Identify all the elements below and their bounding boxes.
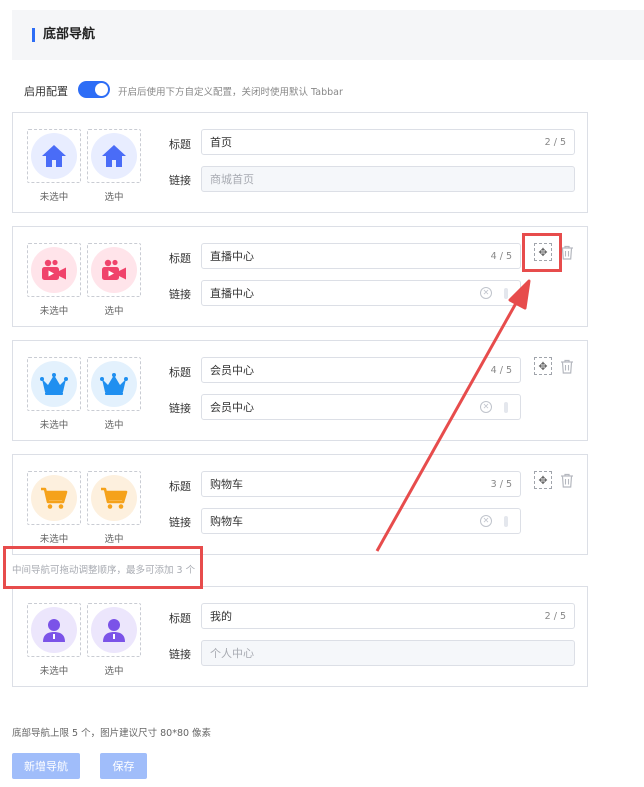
link-input[interactable]: 会员中心 ✕ bbox=[201, 394, 521, 420]
config-label: 启用配置 bbox=[24, 85, 68, 98]
nav-item-card: 未选中 选中 标题 链接 直播中心 4 / 5 直播中心 ✕ ✥ bbox=[12, 226, 588, 327]
annotation-box-hint bbox=[3, 546, 203, 589]
save-button[interactable]: 保存 bbox=[100, 753, 147, 779]
selected-icon-upload[interactable] bbox=[87, 129, 141, 183]
nav-item-card: 未选中 选中 标题链接 我的 2 / 5 个人中心 bbox=[12, 586, 588, 687]
unselected-icon-upload[interactable] bbox=[27, 603, 81, 657]
user-icon bbox=[91, 607, 137, 653]
clear-icon[interactable]: ✕ bbox=[480, 401, 492, 413]
nav-item-card: 未选中 选中 标题链接 购物车 3 / 5 购物车 ✕ ✥ bbox=[12, 454, 588, 555]
config-switch[interactable] bbox=[78, 81, 110, 98]
link-input[interactable]: 直播中心 ✕ bbox=[201, 280, 521, 306]
move-handle-icon[interactable]: ✥ bbox=[534, 357, 552, 375]
link-picker-icon[interactable] bbox=[504, 516, 508, 527]
unselected-icon-upload[interactable] bbox=[27, 471, 81, 525]
crown-icon bbox=[91, 361, 137, 407]
title-value: 会员中心 bbox=[210, 364, 254, 377]
link-label: 链接 bbox=[169, 174, 191, 187]
trash-icon[interactable] bbox=[560, 245, 574, 260]
video-camera-icon bbox=[91, 247, 137, 293]
link-label: 链接 bbox=[169, 648, 191, 661]
crown-icon bbox=[31, 361, 77, 407]
unselected-icon-upload[interactable] bbox=[27, 243, 81, 297]
char-counter: 4 / 5 bbox=[490, 251, 512, 262]
nav-item-card: 未选中 选中 标题链接 首页 2 / 5 商城首页 bbox=[12, 112, 588, 213]
trash-icon[interactable] bbox=[560, 473, 574, 488]
title-value: 首页 bbox=[210, 136, 232, 149]
selected-icon-upload[interactable] bbox=[87, 357, 141, 411]
link-input[interactable]: 购物车 ✕ bbox=[201, 508, 521, 534]
home-icon bbox=[31, 133, 77, 179]
unselected-caption: 未选中 bbox=[39, 666, 69, 677]
title-label: 标题 bbox=[169, 138, 191, 151]
annotation-box-move bbox=[522, 233, 562, 272]
title-input[interactable]: 直播中心 4 / 5 bbox=[201, 243, 521, 269]
title-label: 标题 bbox=[169, 252, 191, 265]
home-icon bbox=[91, 133, 137, 179]
cart-icon bbox=[91, 475, 137, 521]
selected-caption: 选中 bbox=[104, 534, 124, 545]
link-input: 个人中心 bbox=[201, 640, 575, 666]
selected-caption: 选中 bbox=[104, 192, 124, 203]
section-header: 底部导航 bbox=[12, 10, 644, 60]
unselected-icon-upload[interactable] bbox=[27, 129, 81, 183]
user-icon bbox=[31, 607, 77, 653]
cart-icon bbox=[31, 475, 77, 521]
config-toggle-row: 启用配置 开启后使用下方自定义配置，关闭时使用默认 Tabbar bbox=[24, 80, 624, 100]
char-counter: 2 / 5 bbox=[544, 137, 566, 148]
video-camera-icon bbox=[31, 247, 77, 293]
link-label: 链接 bbox=[169, 516, 191, 529]
selected-caption: 选中 bbox=[104, 420, 124, 431]
move-handle-icon[interactable]: ✥ bbox=[534, 471, 552, 489]
selected-caption: 选中 bbox=[104, 306, 124, 317]
selected-caption: 选中 bbox=[104, 666, 124, 677]
title-input[interactable]: 购物车 3 / 5 bbox=[201, 471, 521, 497]
config-hint: 开启后使用下方自定义配置，关闭时使用默认 Tabbar bbox=[118, 87, 343, 98]
unselected-icon-upload[interactable] bbox=[27, 357, 81, 411]
title-label: 标题 bbox=[169, 480, 191, 493]
unselected-caption: 未选中 bbox=[39, 420, 69, 431]
clear-icon[interactable]: ✕ bbox=[480, 287, 492, 299]
clear-icon[interactable]: ✕ bbox=[480, 515, 492, 527]
title-label: 标题 bbox=[169, 366, 191, 379]
link-value: 购物车 bbox=[210, 515, 243, 528]
link-picker-icon[interactable] bbox=[504, 288, 508, 299]
unselected-caption: 未选中 bbox=[39, 306, 69, 317]
char-counter: 3 / 5 bbox=[490, 479, 512, 490]
selected-icon-upload[interactable] bbox=[87, 243, 141, 297]
link-picker-icon[interactable] bbox=[504, 402, 508, 413]
link-value: 会员中心 bbox=[210, 401, 254, 414]
switch-knob bbox=[95, 83, 108, 96]
link-input: 商城首页 bbox=[201, 166, 575, 192]
unselected-caption: 未选中 bbox=[39, 192, 69, 203]
trash-icon[interactable] bbox=[560, 359, 574, 374]
link-value: 商城首页 bbox=[210, 173, 254, 186]
selected-icon-upload[interactable] bbox=[87, 471, 141, 525]
link-label: 链接 bbox=[169, 402, 191, 415]
unselected-caption: 未选中 bbox=[39, 534, 69, 545]
link-label: 链接 bbox=[169, 288, 191, 301]
title-value: 购物车 bbox=[210, 478, 243, 491]
title-value: 我的 bbox=[210, 610, 232, 623]
header-accent-bar bbox=[32, 28, 35, 42]
link-value: 个人中心 bbox=[210, 647, 254, 660]
add-nav-button[interactable]: 新增导航 bbox=[12, 753, 80, 779]
selected-icon-upload[interactable] bbox=[87, 603, 141, 657]
char-counter: 2 / 5 bbox=[544, 611, 566, 622]
title-input[interactable]: 会员中心 4 / 5 bbox=[201, 357, 521, 383]
page-title: 底部导航 bbox=[43, 27, 96, 42]
title-label: 标题 bbox=[169, 612, 191, 625]
title-value: 直播中心 bbox=[210, 250, 254, 263]
char-counter: 4 / 5 bbox=[490, 365, 512, 376]
title-input[interactable]: 我的 2 / 5 bbox=[201, 603, 575, 629]
title-input[interactable]: 首页 2 / 5 bbox=[201, 129, 575, 155]
link-value: 直播中心 bbox=[210, 287, 254, 300]
footer-note: 底部导航上限 5 个，图片建议尺寸 80*80 像素 bbox=[12, 728, 212, 739]
nav-item-card: 未选中 选中 标题链接 会员中心 4 / 5 会员中心 ✕ ✥ bbox=[12, 340, 588, 441]
